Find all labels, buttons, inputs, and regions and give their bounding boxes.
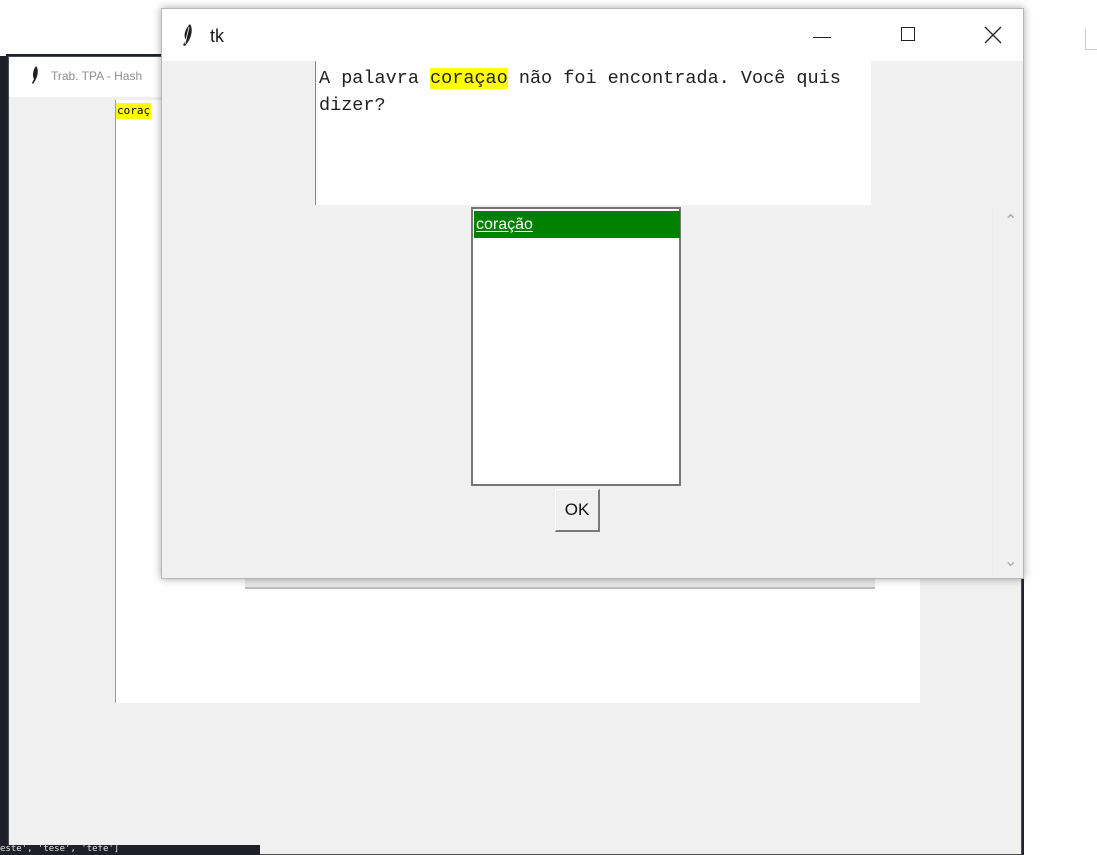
vertical-scrollbar[interactable] — [992, 205, 1023, 575]
close-icon — [984, 26, 1002, 44]
scroll-up-icon[interactable]: ⌃ — [1004, 213, 1018, 229]
misspelled-word: coraçao — [430, 68, 508, 89]
feather-icon — [183, 24, 192, 46]
scroll-down-icon[interactable]: ⌄ — [1004, 553, 1018, 569]
background-window-title: Trab. TPA - Hash — [51, 69, 143, 83]
console-output: este', 'tese', 'tefe'] — [0, 844, 120, 854]
tk-dialog: tk A palavra coraçao não foi encontrada.… — [161, 8, 1024, 579]
suggestion-item-coracao[interactable]: coração — [474, 211, 680, 238]
message-prefix: A palavra — [319, 68, 431, 89]
close-button[interactable] — [950, 9, 1018, 61]
maximize-icon — [901, 27, 915, 41]
suggestions-listbox[interactable]: coração — [471, 207, 681, 486]
background-highlighted-word: coraç — [116, 103, 152, 119]
window-corner-mark — [1085, 29, 1097, 50]
ok-button[interactable]: OK — [555, 489, 600, 532]
tk-titlebar[interactable]: tk — [162, 9, 1023, 61]
maximize-button[interactable] — [867, 9, 935, 61]
not-found-message: A palavra coraçao não foi encontrada. Vo… — [319, 65, 867, 119]
window-title: tk — [210, 26, 225, 46]
feather-icon — [32, 66, 38, 84]
minimize-icon — [813, 37, 831, 38]
message-text-box[interactable]: A palavra coraçao não foi encontrada. Vo… — [315, 61, 871, 205]
minimize-button[interactable] — [779, 9, 847, 61]
